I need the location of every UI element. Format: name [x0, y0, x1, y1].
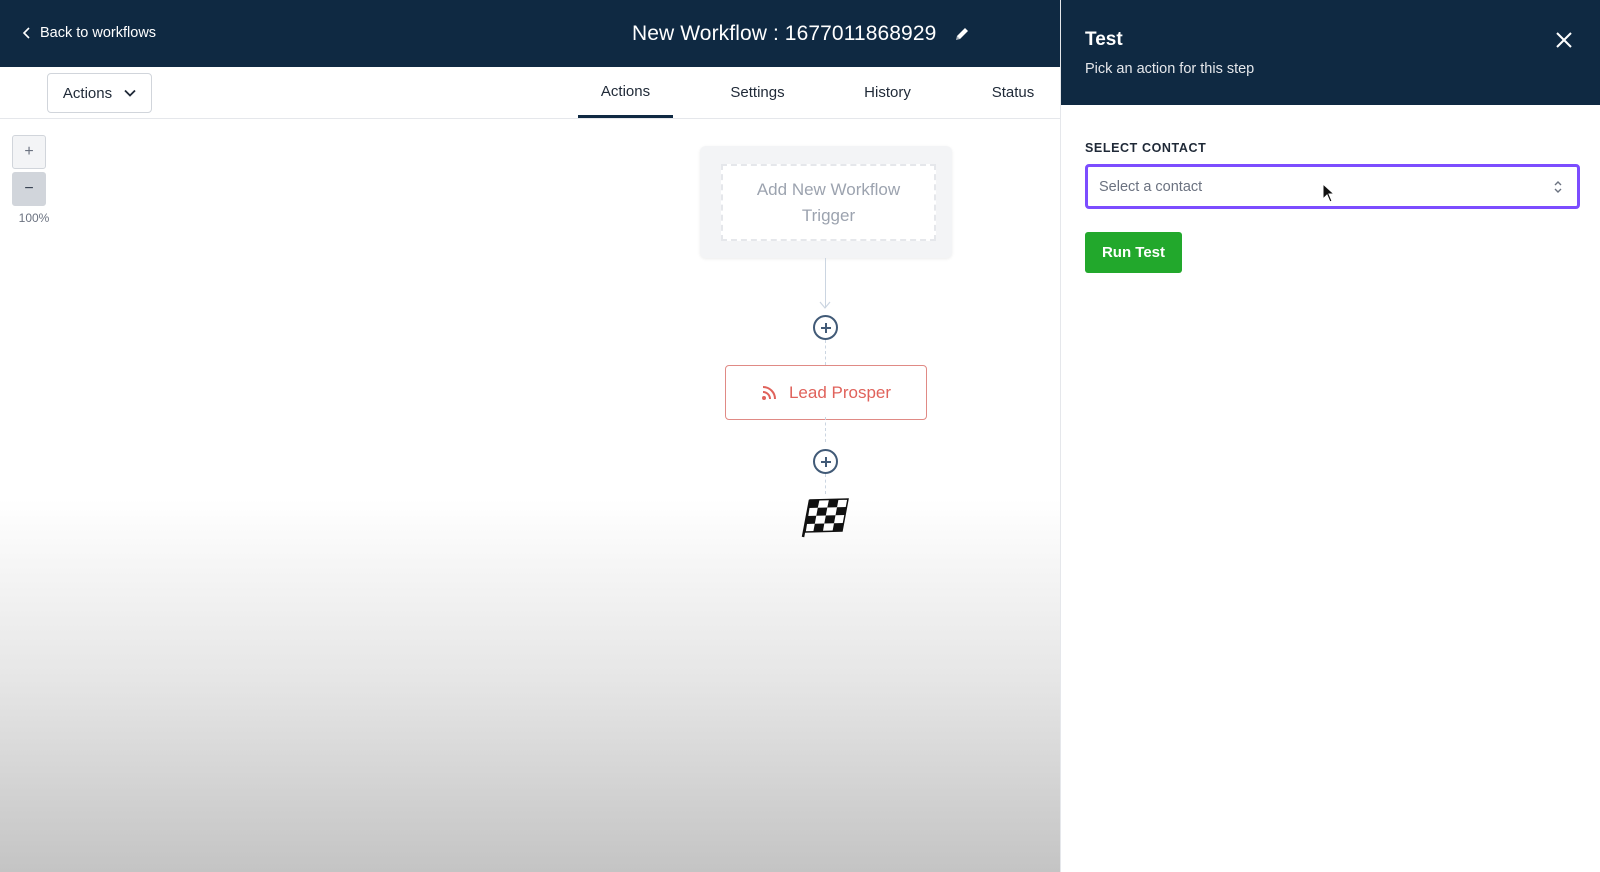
trigger-card: Add New Workflow Trigger — [700, 146, 952, 258]
actions-dropdown-label: Actions — [62, 84, 113, 102]
sort-arrows-icon — [1554, 181, 1562, 193]
tab-actions[interactable]: Actions — [578, 67, 673, 118]
action-node-label: Lead Prosper — [788, 382, 892, 402]
test-panel: Test Pick an action for this step SELECT… — [1060, 0, 1600, 872]
back-link-label: Back to workflows — [40, 25, 157, 41]
workflow-tab-bar: Actions Actions Settings History Status — [0, 67, 1060, 119]
tab-status[interactable]: Status — [968, 67, 1058, 118]
workflow-canvas[interactable]: + − 100% Add New Workflow Trigger Lead P… — [0, 119, 1060, 872]
zoom-in-button[interactable]: + — [12, 135, 46, 169]
plus-icon — [820, 322, 831, 333]
workflow-title-text: New Workflow : 1677011868929 — [632, 22, 937, 45]
mouse-cursor-icon — [1322, 183, 1336, 203]
connector-line — [825, 340, 826, 365]
panel-header: Test Pick an action for this step — [1061, 0, 1600, 105]
add-step-button[interactable] — [813, 449, 838, 474]
run-test-button[interactable]: Run Test — [1085, 232, 1182, 273]
contact-select-placeholder: Select a contact — [1099, 178, 1203, 195]
rss-icon — [761, 385, 776, 400]
tab-label: History — [864, 84, 911, 101]
tab-label: Settings — [730, 84, 785, 101]
chevron-left-icon — [22, 27, 30, 39]
panel-title: Test — [1085, 29, 1123, 50]
tab-label: Actions — [600, 82, 651, 100]
actions-dropdown[interactable]: Actions — [47, 73, 152, 113]
connector-line — [825, 417, 826, 442]
zoom-level: 100% — [18, 211, 50, 225]
tab-settings[interactable]: Settings — [710, 67, 805, 118]
plus-icon — [820, 456, 831, 467]
arrow-down-icon — [819, 301, 831, 309]
zoom-out-button[interactable]: − — [12, 172, 46, 206]
finish-flag-icon — [801, 498, 849, 538]
workflow-title: New Workflow : 1677011868929 — [632, 20, 970, 48]
select-contact-label: SELECT CONTACT — [1085, 141, 1207, 155]
close-icon[interactable] — [1554, 30, 1574, 50]
connector-line — [825, 474, 826, 494]
panel-subtitle: Pick an action for this step — [1085, 61, 1255, 77]
action-node-lead-prosper[interactable]: Lead Prosper — [725, 365, 927, 420]
add-step-button[interactable] — [813, 315, 838, 340]
top-header: Back to workflows New Workflow : 1677011… — [0, 0, 1060, 67]
chevron-down-icon — [124, 89, 136, 97]
back-to-workflows-link[interactable]: Back to workflows — [22, 23, 156, 43]
pencil-icon[interactable] — [954, 26, 970, 42]
tab-history[interactable]: History — [840, 67, 935, 118]
add-trigger-button[interactable]: Add New Workflow Trigger — [721, 164, 936, 241]
tab-label: Status — [991, 84, 1035, 101]
